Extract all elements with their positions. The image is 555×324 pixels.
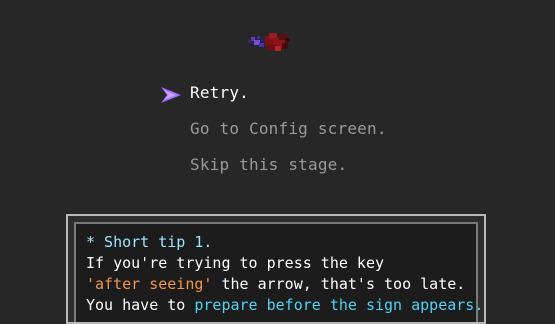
- menu-item-label: Skip this stage.: [190, 155, 348, 174]
- menu-item-skip-stage[interactable]: Skip this stage.: [160, 150, 420, 186]
- tip-line-2: 'after seeing' the arrow, that's too lat…: [86, 274, 483, 295]
- tip-line-3-prefix: You have to: [86, 296, 195, 314]
- cursor-arrow-icon: [161, 87, 181, 103]
- menu-item-retry[interactable]: Retry.: [160, 78, 420, 114]
- tip-line-1: If you're trying to press the key: [86, 254, 385, 272]
- menu-item-label: Retry.: [190, 83, 249, 102]
- tip-box: * Short tip 1. If you're trying to press…: [66, 214, 486, 324]
- tip-text: * Short tip 1. If you're trying to press…: [86, 232, 483, 316]
- tip-highlight-prepare: prepare before the sign appears.: [194, 296, 484, 314]
- stage-fail-menu: Retry. Go to Config screen. Skip this st…: [160, 78, 420, 186]
- tip-highlight-after-seeing: 'after seeing': [86, 275, 213, 293]
- tip-box-inner: * Short tip 1. If you're trying to press…: [74, 222, 483, 322]
- tip-title: * Short tip 1.: [86, 233, 213, 251]
- character-sprite: [248, 33, 290, 51]
- tip-line-2-rest: the arrow, that's too late.: [212, 275, 466, 293]
- menu-item-config[interactable]: Go to Config screen.: [160, 114, 420, 150]
- tip-line-3: You have to prepare before the sign appe…: [86, 295, 483, 316]
- menu-item-label: Go to Config screen.: [190, 119, 387, 138]
